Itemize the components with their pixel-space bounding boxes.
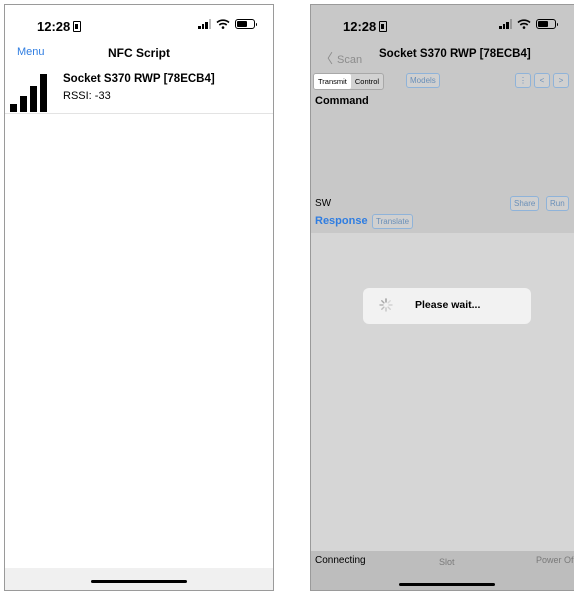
run-button[interactable]: Run xyxy=(546,196,569,211)
command-editor[interactable] xyxy=(311,109,574,195)
slot-status: Slot xyxy=(439,557,455,567)
device-name: Socket S370 RWP [78ECB4] xyxy=(63,73,215,85)
back-label: Scan xyxy=(337,54,363,66)
share-button[interactable]: Share xyxy=(510,196,540,211)
back-button[interactable]: 〈 Scan xyxy=(320,48,362,67)
tab-transmit[interactable]: Transmit xyxy=(314,74,351,89)
home-indicator[interactable] xyxy=(91,580,187,583)
status-indicators xyxy=(198,19,257,29)
wifi-icon xyxy=(216,19,230,29)
page-title: Socket S370 RWP [78ECB4] xyxy=(379,48,531,60)
battery-icon xyxy=(536,19,558,29)
translate-button[interactable]: Translate xyxy=(372,214,414,229)
sim-icon xyxy=(379,21,388,32)
status-bar: 12:28 xyxy=(5,5,273,39)
mode-segmented-control: Transmit Control xyxy=(313,73,385,90)
previous-icon[interactable]: < xyxy=(534,73,550,88)
chevron-left-icon: 〈 xyxy=(320,51,334,66)
status-indicators xyxy=(499,19,558,29)
wifi-icon xyxy=(517,19,531,29)
home-indicator-area xyxy=(5,568,273,590)
cell-signal-icon xyxy=(499,19,512,29)
status-time: 12:28 xyxy=(343,19,388,34)
models-button[interactable]: Models xyxy=(406,73,440,88)
status-time-text: 12:28 xyxy=(343,19,377,34)
nav-bar: Menu NFC Script xyxy=(5,39,273,69)
sw-label: SW xyxy=(315,198,332,209)
command-label: Command xyxy=(315,95,369,107)
device-rssi: RSSI: -33 xyxy=(63,90,111,102)
status-time: 12:28 xyxy=(37,19,82,34)
device-list-item[interactable]: Socket S370 RWP [78ECB4] RSSI: -33 xyxy=(5,68,273,114)
nav-bar: 〈 Scan Socket S370 RWP [78ECB4] xyxy=(311,39,574,69)
tab-control[interactable]: Control xyxy=(351,74,383,89)
power-status: Power Of xyxy=(536,555,574,565)
right-phone-screen: 12:28 〈 Scan Socket S370 RWP [78ECB4] Tra… xyxy=(310,4,574,591)
cell-signal-icon xyxy=(198,19,211,29)
sim-icon xyxy=(73,21,82,32)
battery-icon xyxy=(235,19,257,29)
response-label: Response xyxy=(315,215,368,227)
response-output xyxy=(311,233,574,551)
signal-strength-icon xyxy=(10,72,56,112)
page-title: NFC Script xyxy=(107,46,170,60)
next-icon[interactable]: > xyxy=(553,73,569,88)
toolbar: Transmit Control Models ⋮ < > xyxy=(313,71,574,91)
bottom-status-bar: Connecting Slot Power Of xyxy=(311,551,574,590)
more-icon[interactable]: ⋮ xyxy=(515,73,531,88)
spinner-icon xyxy=(379,298,393,312)
connection-status: Connecting xyxy=(315,555,366,566)
please-wait-dialog: Please wait... xyxy=(363,288,531,324)
home-indicator[interactable] xyxy=(399,583,495,586)
status-bar: 12:28 xyxy=(311,5,574,39)
left-phone-screen: 12:28 Menu NFC Script Socket S370 RWP [7… xyxy=(4,4,274,591)
dialog-message: Please wait... xyxy=(415,299,481,311)
status-time-text: 12:28 xyxy=(37,19,71,34)
